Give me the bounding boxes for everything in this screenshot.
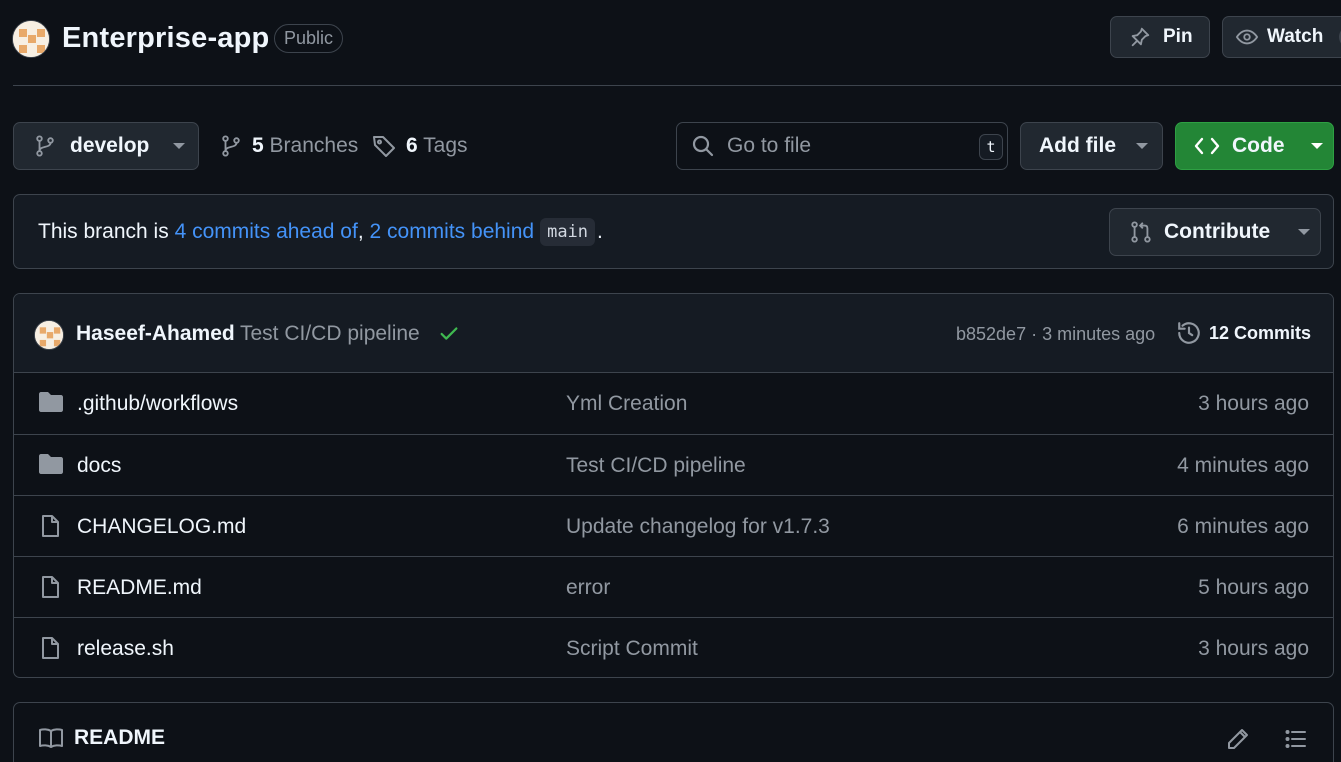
table-row[interactable]: release.sh Script Commit 3 hours ago: [14, 617, 1333, 677]
add-file-button[interactable]: Add file: [1020, 122, 1163, 170]
branch-name: develop: [70, 134, 150, 157]
add-file-label: Add file: [1039, 134, 1116, 157]
contribute-label: Contribute: [1164, 220, 1271, 243]
file-icon: [38, 636, 62, 660]
visibility-badge: Public: [274, 24, 344, 53]
status-suffix: .: [597, 220, 603, 243]
book-icon: [38, 727, 64, 749]
pin-label: Pin: [1163, 26, 1193, 47]
file-commit-time: 5 hours ago: [1198, 576, 1309, 599]
contribute-button[interactable]: Contribute: [1109, 208, 1321, 256]
watch-button[interactable]: Watch: [1222, 16, 1341, 58]
tags-count: 6: [406, 134, 418, 157]
chevron-down-icon: [1298, 229, 1311, 235]
readme-label: README: [74, 726, 166, 749]
branch-status-text: This branch is 4 commits ahead of , 2 co…: [38, 218, 603, 246]
chevron-down-icon: [1310, 143, 1323, 149]
status-prefix: This branch is: [38, 220, 175, 243]
chevron-down-icon: [173, 143, 186, 149]
file-commit-message-link[interactable]: error: [566, 576, 610, 600]
table-row[interactable]: .github/workflows Yml Creation 3 hours ago: [14, 373, 1333, 434]
readme-panel: [13, 702, 1334, 762]
commit-history-link[interactable]: 12 Commits: [1176, 320, 1311, 346]
file-name-link[interactable]: release.sh: [77, 637, 174, 661]
file-commit-message-link[interactable]: Update changelog for v1.7.3: [566, 515, 830, 539]
go-to-file-input[interactable]: Go to file t: [676, 122, 1008, 170]
pin-icon: [1129, 26, 1151, 48]
file-icon: [38, 514, 62, 538]
keyboard-shortcut-hint: t: [979, 134, 1003, 160]
pin-button[interactable]: Pin: [1110, 16, 1210, 58]
file-commit-time: 4 minutes ago: [1177, 454, 1309, 477]
file-name-link[interactable]: .github/workflows: [77, 392, 238, 416]
tag-icon: [372, 134, 396, 158]
commits-behind-link[interactable]: 2 commits behind: [370, 220, 535, 244]
file-name-link[interactable]: CHANGELOG.md: [77, 515, 246, 539]
file-commit-time: 6 minutes ago: [1177, 515, 1309, 538]
commits-count-label: 12 Commits: [1209, 322, 1312, 343]
file-icon: [38, 575, 62, 599]
latest-commit-bar: Haseef-Ahamed Test CI/CD pipeline b852de…: [14, 294, 1333, 373]
table-row[interactable]: docs Test CI/CD pipeline 4 minutes ago: [14, 434, 1333, 495]
commit-author-link[interactable]: Haseef-Ahamed: [76, 322, 235, 346]
header-divider: [13, 85, 1341, 86]
folder-icon: [38, 391, 64, 413]
eye-icon: [1235, 26, 1259, 48]
folder-icon: [38, 453, 64, 475]
code-icon: [1194, 135, 1220, 157]
list-icon[interactable]: [1284, 727, 1308, 751]
file-commit-message-link[interactable]: Script Commit: [566, 637, 698, 661]
history-icon: [1176, 320, 1202, 346]
tags-label: Tags: [423, 134, 468, 157]
branches-count: 5: [252, 134, 264, 157]
table-row[interactable]: CHANGELOG.md Update changelog for v1.7.3 6…: [14, 495, 1333, 556]
branches-label: Branches: [269, 134, 359, 157]
watch-label: Watch: [1267, 26, 1324, 47]
commits-ahead-link[interactable]: 4 commits ahead of: [175, 220, 358, 244]
search-icon: [691, 134, 715, 158]
pencil-icon[interactable]: [1226, 727, 1250, 751]
commit-message-link[interactable]: Test CI/CD pipeline: [240, 322, 420, 346]
code-label: Code: [1232, 134, 1285, 157]
check-icon[interactable]: [438, 323, 460, 345]
readme-header: README: [38, 726, 165, 750]
go-to-file-placeholder: Go to file: [727, 134, 812, 157]
repo-name[interactable]: Enterprise-app: [62, 22, 269, 55]
file-name-link[interactable]: README.md: [77, 576, 202, 600]
owner-avatar[interactable]: [12, 20, 50, 58]
file-commit-message-link[interactable]: Yml Creation: [566, 392, 687, 416]
file-browser: Haseef-Ahamed Test CI/CD pipeline b852de…: [13, 293, 1334, 678]
branches-link[interactable]: 5 Branches: [220, 134, 358, 158]
git-branch-icon: [34, 134, 56, 158]
commit-hash-and-time[interactable]: b852de7 · 3 minutes ago: [956, 324, 1155, 345]
branch-selector[interactable]: develop: [13, 122, 199, 170]
table-row[interactable]: README.md error 5 hours ago: [14, 556, 1333, 617]
git-branch-icon: [220, 134, 242, 158]
avatar[interactable]: [34, 320, 64, 350]
code-button[interactable]: Code: [1175, 122, 1334, 170]
file-commit-message-link[interactable]: Test CI/CD pipeline: [566, 454, 746, 478]
git-pull-request-icon: [1130, 220, 1152, 244]
status-separator: ,: [357, 220, 370, 243]
file-commit-time: 3 hours ago: [1198, 392, 1309, 415]
file-commit-time: 3 hours ago: [1198, 637, 1309, 660]
file-name-link[interactable]: docs: [77, 454, 121, 478]
chevron-down-icon: [1136, 143, 1148, 149]
tags-link[interactable]: 6 Tags: [372, 134, 468, 158]
base-branch-tag: main: [540, 218, 596, 246]
